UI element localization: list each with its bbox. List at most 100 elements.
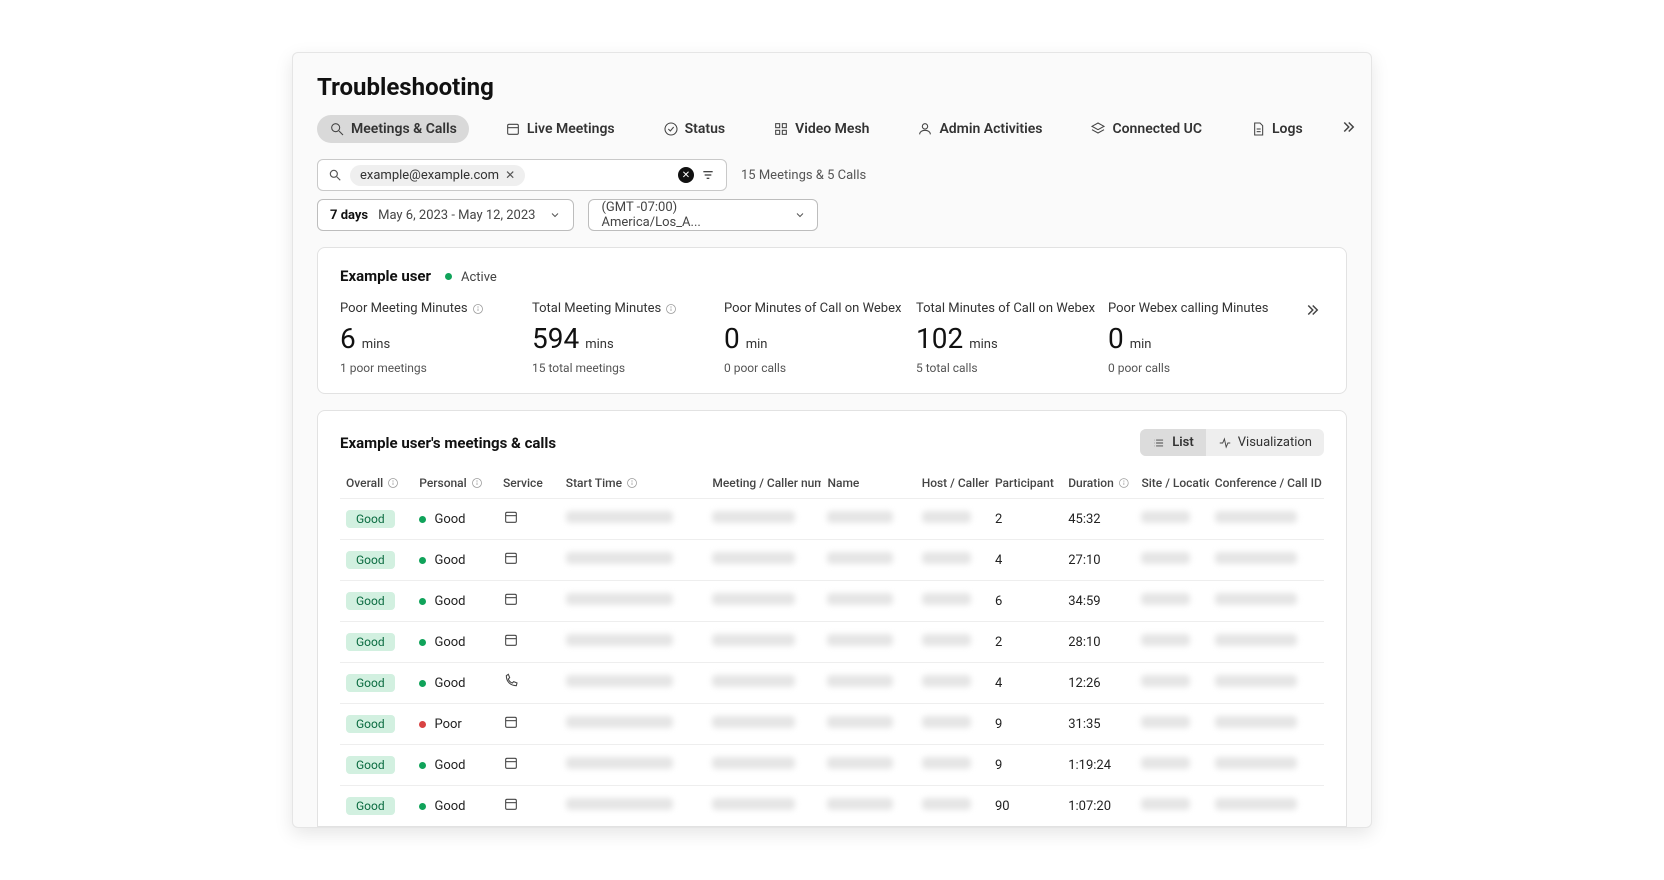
tab-label: Logs (1272, 121, 1303, 137)
start-time-cell (560, 581, 707, 622)
metric-block: Poor Meeting Minutes 6mins1 poor meeting… (340, 301, 496, 375)
participants-cell: 4 (989, 663, 1062, 704)
table-row[interactable]: Good Good427:10 (340, 540, 1324, 581)
name-cell (821, 663, 915, 704)
column-header[interactable]: Site / Locatio (1135, 468, 1208, 499)
number-cell (706, 663, 821, 704)
column-header[interactable]: Host / Caller (916, 468, 989, 499)
tab-label: Meetings & Calls (351, 121, 457, 137)
site-cell (1135, 663, 1208, 704)
phone-icon (503, 673, 519, 689)
user-summary-card: Example user Active Poor Meeting Minutes… (317, 247, 1347, 394)
date-range-selector[interactable]: 7 days May 6, 2023 - May 12, 2023 (317, 199, 574, 231)
table-row[interactable]: Good Poor931:35 (340, 704, 1324, 745)
service-cell (497, 745, 560, 786)
personal-cell: Good (413, 663, 497, 704)
chevron-down-icon (549, 209, 561, 221)
table-row[interactable]: Good Good412:26 (340, 663, 1324, 704)
clear-search-button[interactable]: ✕ (678, 167, 694, 183)
table-header-row: OverallPersonalServiceStart TimeMeeting … (340, 468, 1324, 499)
metrics-more-button[interactable] (1300, 301, 1324, 319)
user-name: Example user (340, 267, 431, 285)
tab-label: Connected UC (1112, 121, 1202, 137)
metric-label: Total Meeting Minutes (532, 301, 688, 316)
tab-live-meetings[interactable]: Live Meetings (493, 115, 627, 143)
number-cell (706, 745, 821, 786)
status-dot-icon (445, 273, 452, 280)
overall-badge: Good (346, 756, 395, 774)
start-time-cell (560, 745, 707, 786)
table-row[interactable]: Good Good245:32 (340, 499, 1324, 540)
meetings-table: OverallPersonalServiceStart TimeMeeting … (340, 468, 1324, 826)
column-header[interactable]: Name (821, 468, 915, 499)
column-header[interactable]: Participant (989, 468, 1062, 499)
grid-icon (773, 121, 789, 137)
column-header[interactable]: Personal (413, 468, 497, 499)
name-cell (821, 704, 915, 745)
number-cell (706, 540, 821, 581)
status-dot-icon (419, 680, 426, 687)
chip-text: example@example.com (360, 168, 499, 183)
name-cell (821, 499, 915, 540)
personal-cell: Good (413, 581, 497, 622)
participants-cell: 6 (989, 581, 1062, 622)
metric-sub: 0 poor calls (724, 361, 880, 375)
site-cell (1135, 745, 1208, 786)
table-row[interactable]: Good Good228:10 (340, 622, 1324, 663)
view-visualization-button[interactable]: Visualization (1206, 429, 1324, 456)
table-row[interactable]: Good Good901:07:20 (340, 786, 1324, 827)
number-cell (706, 786, 821, 827)
info-icon (471, 477, 483, 489)
date-prefix: 7 days (330, 208, 368, 223)
conference-id-cell (1209, 540, 1324, 581)
conference-id-cell (1209, 499, 1324, 540)
view-list-label: List (1172, 435, 1193, 450)
tab-admin-activities[interactable]: Admin Activities (905, 115, 1054, 143)
timezone-selector[interactable]: (GMT -07:00) America/Los_A... (588, 199, 818, 231)
tabs-more[interactable] (1339, 118, 1357, 140)
personal-cell: Good (413, 786, 497, 827)
status-dot-icon (419, 598, 426, 605)
metric-label: Poor Webex calling Minutes (1108, 301, 1264, 316)
table-card: Example user's meetings & calls List Vis… (317, 410, 1347, 827)
filter-icon[interactable] (700, 167, 716, 183)
tabs: Meetings & Calls Live Meetings Status Vi… (293, 115, 1371, 159)
calendar-icon (503, 591, 519, 607)
table-row[interactable]: Good Good91:19:24 (340, 745, 1324, 786)
site-cell (1135, 622, 1208, 663)
column-header[interactable]: Duration (1062, 468, 1135, 499)
tab-logs[interactable]: Logs (1238, 115, 1315, 143)
service-cell (497, 499, 560, 540)
table-row[interactable]: Good Good634:59 (340, 581, 1324, 622)
list-icon (1152, 436, 1166, 450)
search-input[interactable]: example@example.com ✕ ✕ (317, 159, 727, 191)
tab-video-mesh[interactable]: Video Mesh (761, 115, 881, 143)
service-cell (497, 663, 560, 704)
metric-label: Poor Meeting Minutes (340, 301, 496, 316)
view-toggle: List Visualization (1140, 429, 1324, 456)
tab-meetings-calls[interactable]: Meetings & Calls (317, 115, 469, 143)
column-header[interactable]: Start Time (560, 468, 707, 499)
participants-cell: 90 (989, 786, 1062, 827)
site-cell (1135, 704, 1208, 745)
overall-badge: Good (346, 551, 395, 569)
chevrons-right-icon (1339, 118, 1357, 136)
calendar-icon (503, 632, 519, 648)
view-list-button[interactable]: List (1140, 429, 1205, 456)
service-cell (497, 581, 560, 622)
site-cell (1135, 499, 1208, 540)
tab-connected-uc[interactable]: Connected UC (1078, 115, 1214, 143)
info-icon (472, 303, 484, 315)
column-header[interactable]: Service (497, 468, 560, 499)
overall-badge: Good (346, 510, 395, 528)
host-cell (916, 745, 989, 786)
service-cell (497, 622, 560, 663)
column-header[interactable]: Conference / Call ID (1209, 468, 1324, 499)
tab-status[interactable]: Status (651, 115, 737, 143)
duration-cell: 34:59 (1062, 581, 1135, 622)
start-time-cell (560, 786, 707, 827)
column-header[interactable]: Overall (340, 468, 413, 499)
name-cell (821, 622, 915, 663)
column-header[interactable]: Meeting / Caller num (706, 468, 821, 499)
chip-remove[interactable]: ✕ (505, 168, 515, 182)
